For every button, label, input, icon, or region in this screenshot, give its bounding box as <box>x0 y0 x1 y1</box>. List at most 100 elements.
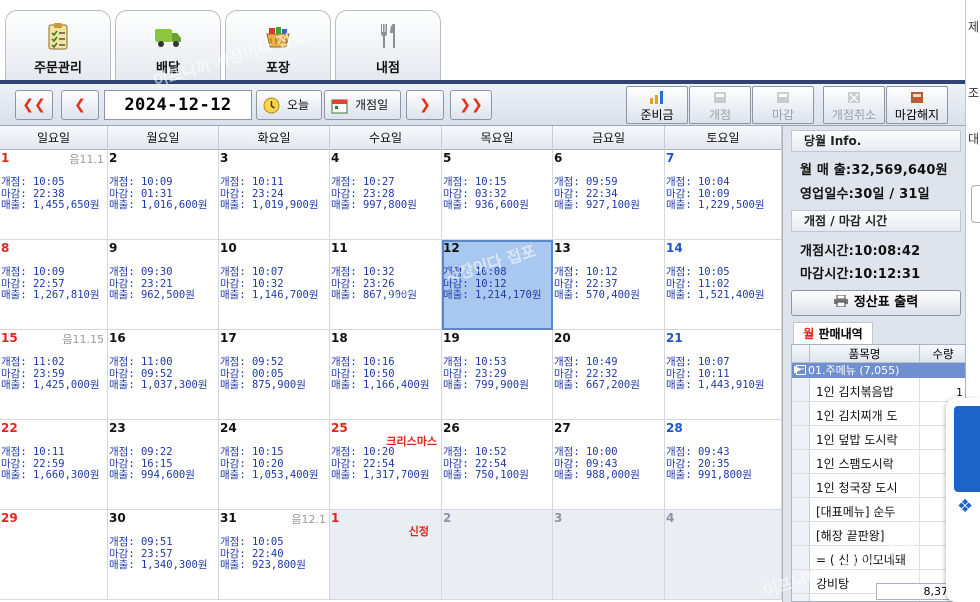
double-chevron-right-icon: ❯❯ <box>459 97 483 113</box>
day-summary: 개점: 10:07 마감: 10:32 매출: 1,146,700원 <box>220 266 319 302</box>
calendar-day-cell[interactable]: 16 개점: 11:00 마감: 09:52 매출: 1,037,300원 <box>108 330 219 420</box>
summary-sales: 매출: 1,053,400원 <box>220 469 319 481</box>
open-button[interactable]: 개점 <box>689 86 751 124</box>
day-number: 28 <box>666 421 683 435</box>
day-summary: 개점: 10:05 마감: 22:38 매출: 1,455,650원 <box>1 176 100 212</box>
current-date-display[interactable]: 2024-12-12 <box>104 90 252 120</box>
day-summary: 개점: 09:59 마감: 22:34 매출: 927,100원 <box>554 176 640 212</box>
calendar-day-cell[interactable]: 19 개점: 10:53 마감: 23:29 매출: 799,900원 <box>442 330 553 420</box>
next-month-button[interactable]: ❯ <box>406 90 444 120</box>
sales-item-row[interactable]: 1인 덮밥 도시락 <box>792 426 965 450</box>
calendar-day-cell[interactable]: 3 개점: 10:11 마감: 23:24 매출: 1,019,900원 <box>219 150 330 240</box>
calendar-day-cell[interactable]: 4 <box>665 510 782 600</box>
calendar-day-cell[interactable]: 25 크리스마스 개점: 10:20 마감: 22:54 매출: 1,317,700원 <box>330 420 442 510</box>
sales-item-row[interactable]: 1인 청국장 도시 <box>792 474 965 498</box>
prep-money-button[interactable]: 준비금 <box>626 86 688 124</box>
summary-sales: 매출: 997,800원 <box>331 199 417 211</box>
tab-dine-in[interactable]: 내점 <box>335 10 441 82</box>
register-icon <box>777 92 789 103</box>
tab-order-management[interactable]: 주문관리 <box>5 10 111 82</box>
summary-sales: 매출: 1,660,300원 <box>1 469 100 481</box>
calendar-day-cell[interactable]: 1 음11.1 개점: 10:05 마감: 22:38 매출: 1,455,650원 <box>0 150 108 240</box>
day-number: 8 <box>1 241 10 255</box>
calendar-day-cell[interactable]: 22 개점: 10:11 마감: 22:59 매출: 1,660,300원 <box>0 420 108 510</box>
calendar-day-cell[interactable]: 13 개점: 10:12 마감: 22:37 매출: 570,400원 <box>553 240 665 330</box>
adjacent-window-input[interactable] <box>971 185 980 223</box>
current-row-arrow-icon: ▶ <box>794 364 802 375</box>
sales-item-row[interactable]: 1인 스팸도시락 <box>792 450 965 474</box>
weekday-label: 토요일 <box>665 126 782 150</box>
summary-sales: 매출: 1,019,900원 <box>220 199 319 211</box>
day-summary: 개점: 10:12 마감: 22:37 매출: 570,400원 <box>554 266 640 302</box>
item-name: 강비탕 <box>816 577 850 591</box>
calendar-day-cell[interactable]: 3 <box>553 510 665 600</box>
calendar-day-cell[interactable]: 17 개점: 09:52 마감: 00:05 매출: 875,900원 <box>219 330 330 420</box>
calendar-day-cell[interactable]: 1 신정 <box>330 510 442 600</box>
day-number: 7 <box>666 151 675 165</box>
calendar-day-cell[interactable]: 29 <box>0 510 108 600</box>
sales-item-row[interactable]: [대표메뉴] 순두 <box>792 498 965 522</box>
calendar-day-cell[interactable]: 11 개점: 10:32 마감: 23:26 매출: 867,900원 <box>330 240 442 330</box>
floating-side-widget[interactable]: ❖ <box>946 398 980 602</box>
info-section-title: 당월 Info. <box>791 130 961 152</box>
summary-sales: 매출: 1,521,400원 <box>666 289 765 301</box>
calendar-day-cell[interactable]: 26 개점: 10:52 마감: 22:54 매출: 750,100원 <box>442 420 553 510</box>
calendar-day-cell[interactable]: 2 <box>442 510 553 600</box>
calendar-day-cell[interactable]: 7 개점: 10:04 마감: 10:09 매출: 1,229,500원 <box>665 150 782 240</box>
tab-takeout[interactable]: 포장 <box>225 10 331 82</box>
open-cancel-button[interactable]: 개점취소 <box>823 86 885 124</box>
column-quantity[interactable]: 수량 <box>920 345 965 363</box>
day-number: 19 <box>443 331 460 345</box>
calendar-day-cell[interactable]: 20 개점: 10:49 마감: 22:32 매출: 667,200원 <box>553 330 665 420</box>
register-icon <box>714 92 726 103</box>
calendar-day-cell[interactable]: 12 개점: 10:08 마감: 10:12 매출: 1,214,170원 <box>442 240 553 330</box>
calendar-day-cell[interactable]: 15 음11.15 개점: 11:02 마감: 23:59 매출: 1,425,000원 <box>0 330 108 420</box>
next-year-button[interactable]: ❯❯ <box>450 90 492 120</box>
move-arrows-icon[interactable]: ❖ <box>957 498 975 516</box>
weekday-label: 수요일 <box>330 126 442 150</box>
calendar-day-cell[interactable]: 14 개점: 10:05 마감: 11:02 매출: 1,521,400원 <box>665 240 782 330</box>
lunar-date: 음11.15 <box>62 333 104 346</box>
calendar-day-cell[interactable]: 5 개점: 10:15 마감: 03:32 매출: 936,600원 <box>442 150 553 240</box>
menu-group-row[interactable]: − 01.주메뉴 (7,055) <box>792 363 965 378</box>
summary-sales: 매출: 988,000원 <box>554 469 640 481</box>
sales-item-row[interactable]: = ( 신 ) 이모네돼1 <box>792 546 965 570</box>
calendar-day-cell[interactable]: 4 개점: 10:27 마감: 23:28 매출: 997,800원 <box>330 150 442 240</box>
calendar-day-cell[interactable]: 10 개점: 10:07 마감: 10:32 매출: 1,146,700원 <box>219 240 330 330</box>
prev-year-button[interactable]: ❮❮ <box>15 90 53 120</box>
today-button[interactable]: 오늘 <box>256 90 322 120</box>
calendar-day-cell[interactable]: 27 개점: 10:00 마감: 09:43 매출: 988,000원 <box>553 420 665 510</box>
calendar-day-cell[interactable]: 6 개점: 09:59 마감: 22:34 매출: 927,100원 <box>553 150 665 240</box>
summary-sales: 매출: 750,100원 <box>443 469 529 481</box>
tab-monthly-sales[interactable]: 월 판매내역 <box>793 322 873 344</box>
clock-icon <box>263 97 280 114</box>
prev-month-button[interactable]: ❮ <box>61 90 99 120</box>
calendar-day-cell[interactable]: 18 개점: 10:16 마감: 10:50 매출: 1,166,400원 <box>330 330 442 420</box>
calendar-day-cell[interactable]: 30 개점: 09:51 마감: 23:57 매출: 1,340,300원 <box>108 510 219 600</box>
column-item-name[interactable]: 품목명 <box>810 345 920 363</box>
fork-knife-icon <box>381 24 395 48</box>
day-summary: 개점: 09:22 마감: 16:15 매출: 994,600원 <box>109 446 195 482</box>
delivery-truck-icon <box>155 29 181 47</box>
calendar-day-cell[interactable]: 28 개점: 09:43 마감: 20:35 매출: 991,800원 <box>665 420 782 510</box>
print-settlement-button[interactable]: 정산표 출력 <box>791 290 961 316</box>
open-day-button[interactable]: 개점일 <box>324 90 401 120</box>
sales-item-row[interactable]: 1인 김치볶음밥 1 <box>792 378 965 402</box>
lunar-date: 음11.1 <box>69 153 104 166</box>
calendar-day-cell[interactable]: 31 음12.1 개점: 10:05 마감: 22:40 매출: 923,800원 <box>219 510 330 600</box>
close-cancel-button[interactable]: 마감해지 <box>886 86 948 124</box>
close-button[interactable]: 마감 <box>752 86 814 124</box>
calendar-day-cell[interactable]: 24 개점: 10:15 마감: 10:20 매출: 1,053,400원 <box>219 420 330 510</box>
calendar-day-cell[interactable]: 8 개점: 10:09 마감: 22:57 매출: 1,267,810원 <box>0 240 108 330</box>
calendar-day-cell[interactable]: 23 개점: 09:22 마감: 16:15 매출: 994,600원 <box>108 420 219 510</box>
day-number: 24 <box>220 421 237 435</box>
tab-delivery[interactable]: 배달 <box>115 10 221 82</box>
sales-item-row[interactable]: [해장 끝판왕]5 <box>792 522 965 546</box>
summary-sales: 매출: 991,800원 <box>666 469 752 481</box>
calendar-day-cell[interactable]: 9 개점: 09:30 마감: 23:21 매출: 962,500원 <box>108 240 219 330</box>
summary-sales: 매출: 994,600원 <box>109 469 195 481</box>
sales-item-row[interactable]: 1인 김치찌개 도 <box>792 402 965 426</box>
calendar-day-cell[interactable]: 2 개점: 10:09 마감: 01:31 매출: 1,016,600원 <box>108 150 219 240</box>
calendar-day-cell[interactable]: 21 개점: 10:07 마감: 10:11 매출: 1,443,910원 <box>665 330 782 420</box>
day-number: 4 <box>666 511 675 525</box>
